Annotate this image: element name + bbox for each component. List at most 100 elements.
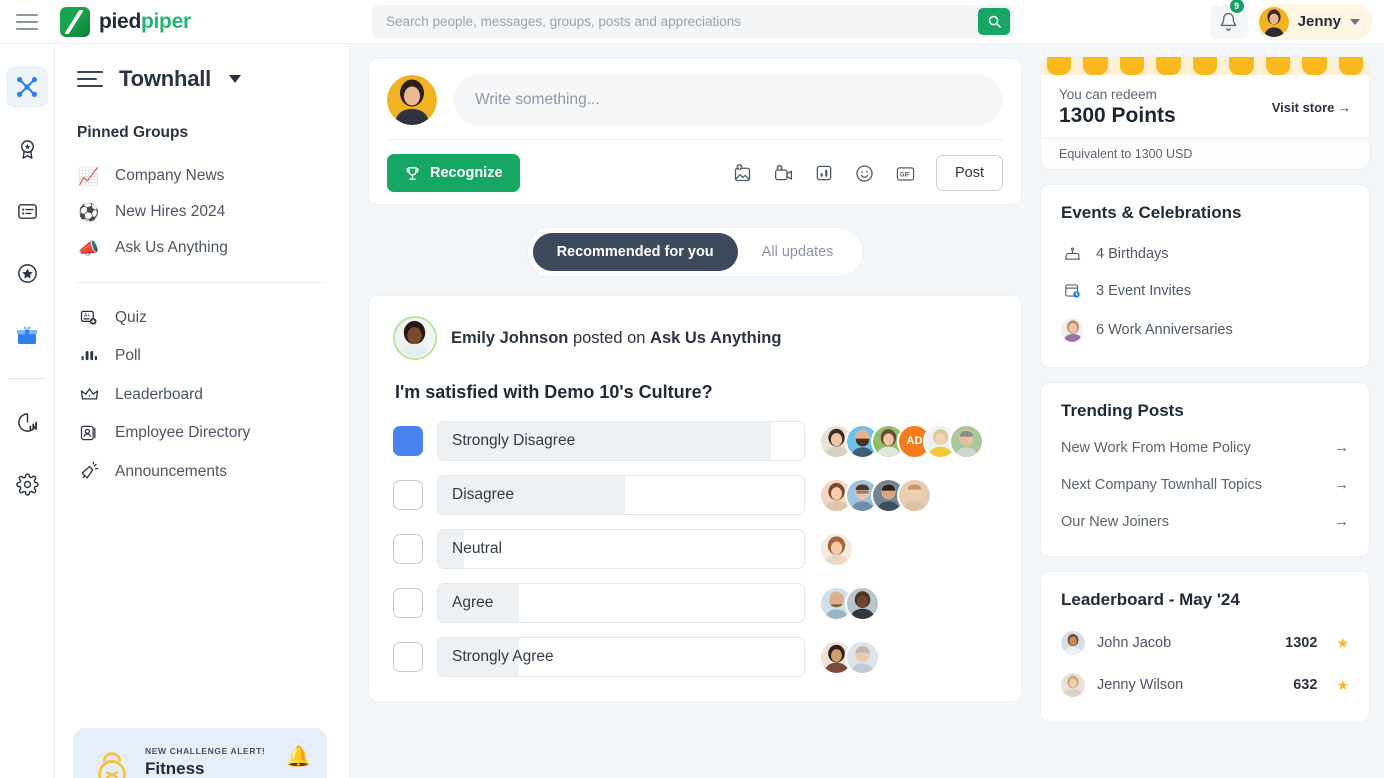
people-card-icon (77, 423, 101, 443)
sidebar-item-label: New Hires 2024 (115, 203, 226, 220)
post-group[interactable]: Ask Us Anything (650, 329, 781, 347)
add-image-icon[interactable] (732, 163, 753, 184)
composer-top-row: Write something... (387, 75, 1003, 125)
leaderboard-name: John Jacob (1097, 635, 1172, 651)
soccer-ball-emoji-icon: ⚽ (78, 202, 100, 222)
leaderboard-title: Leaderboard - May '24 (1061, 590, 1240, 609)
visit-store-link[interactable]: Visit store → (1272, 100, 1351, 115)
poll-bar[interactable]: Agree (437, 583, 805, 623)
sidebar-item-label: Company News (115, 167, 225, 184)
poll-voter-avatars[interactable] (819, 639, 880, 675)
post-author[interactable]: Emily Johnson (451, 329, 568, 347)
poll-voter-avatars[interactable]: AD (819, 423, 984, 459)
trending-row[interactable]: Our New Joiners → (1061, 503, 1349, 540)
brand-logo[interactable]: piedpiper (60, 6, 191, 37)
sidebar-item-ask-us-anything[interactable]: 📣 Ask Us Anything (73, 230, 331, 266)
avatar (819, 531, 854, 567)
sidebar-menu-list: A+ Quiz Poll Leaderboard Employee Direct… (55, 299, 349, 491)
townhall-menu-icon[interactable] (77, 70, 103, 88)
rail-item-feed-list[interactable] (6, 190, 48, 232)
poll-option-disagree: Disagree (393, 475, 997, 515)
poll-checkbox[interactable] (393, 642, 423, 672)
poll-bar-icon[interactable] (814, 163, 834, 183)
tab-all-updates[interactable]: All updates (738, 233, 858, 271)
trending-row[interactable]: New Work From Home Policy → (1061, 429, 1349, 466)
top-right-controls: 9 Jenny (1209, 0, 1384, 40)
townhall-dropdown-icon[interactable] (229, 75, 242, 83)
townhall-header: Townhall (55, 66, 349, 92)
emoji-smiley-icon[interactable] (854, 163, 875, 184)
megaphone-emoji-icon: 📣 (78, 238, 100, 258)
rail-item-settings[interactable] (6, 463, 48, 505)
post-composer: Write something... Recognize GIF Post (368, 58, 1022, 205)
chevron-down-icon[interactable] (1350, 18, 1360, 25)
sidebar-item-poll[interactable]: Poll (73, 337, 331, 375)
gif-icon[interactable]: GIF (895, 164, 916, 183)
user-menu[interactable]: Jenny (1255, 3, 1372, 40)
poll-checkbox[interactable] (393, 426, 423, 456)
tab-recommended-for-you[interactable]: Recommended for you (532, 233, 738, 271)
rail-item-favorites[interactable] (6, 252, 48, 294)
leaderboard-row[interactable]: John Jacob 1302 ★ (1061, 622, 1349, 664)
event-row-anniversaries[interactable]: 6 Work Anniversaries (1061, 309, 1349, 351)
sidebar-item-employee-directory[interactable]: Employee Directory (73, 414, 331, 452)
poll-checkbox[interactable] (393, 534, 423, 564)
poll-voter-avatars[interactable] (819, 585, 880, 621)
birthday-cake-icon (1061, 244, 1083, 263)
points-body: You can redeem 1300 Points Visit store → (1041, 75, 1369, 138)
leaderboard-name: Jenny Wilson (1097, 677, 1184, 693)
top-bar: piedpiper 9 (0, 0, 1384, 44)
points-amount: 1300 Points (1059, 104, 1176, 127)
trending-title: Trending Posts (1061, 401, 1184, 420)
star-circle-icon (17, 263, 37, 283)
event-row-label: 6 Work Anniversaries (1096, 322, 1233, 338)
poll-bar[interactable]: Neutral (437, 529, 805, 569)
event-row-invites[interactable]: 3 Event Invites (1061, 272, 1349, 309)
points-equivalent: Equivalent to 1300 USD (1041, 138, 1369, 169)
rail-item-network[interactable] (6, 66, 48, 108)
trending-row[interactable]: Next Company Townhall Topics → (1061, 466, 1349, 503)
star-icon: ★ (1336, 634, 1349, 651)
rail-item-analytics[interactable] (6, 401, 48, 443)
event-row-birthdays[interactable]: 4 Birthdays (1061, 235, 1349, 272)
sidebar-item-announcements[interactable]: Announcements (73, 452, 331, 491)
trending-label: Our New Joiners (1061, 513, 1169, 530)
avatar (1061, 673, 1085, 697)
rail-item-recognition[interactable] (6, 128, 48, 170)
sidebar-item-quiz[interactable]: A+ Quiz (73, 299, 331, 337)
avatar (1061, 631, 1085, 655)
leaderboard-row[interactable]: Jenny Wilson 632 ★ (1061, 664, 1349, 706)
feed-tabs: Recommended for you All updates (368, 227, 1022, 277)
poll-option-label: Strongly Agree (452, 648, 554, 665)
user-name: Jenny (1297, 13, 1341, 30)
search-button[interactable] (978, 8, 1010, 35)
brand-text-second: piper (140, 9, 191, 33)
recognize-button[interactable]: Recognize (387, 154, 520, 192)
composer-input[interactable]: Write something... (453, 75, 1003, 125)
post-action: posted on (572, 328, 646, 347)
hamburger-icon[interactable] (16, 13, 38, 30)
poll-bar[interactable]: Strongly Disagree (437, 421, 805, 461)
add-video-icon[interactable] (773, 163, 794, 184)
poll-bar[interactable]: Strongly Agree (437, 637, 805, 677)
rail-item-rewards[interactable] (6, 314, 48, 356)
challenge-title: Fitness (145, 759, 205, 778)
sidebar-item-label: Announcements (115, 462, 228, 480)
search-input[interactable] (372, 5, 978, 38)
poll-option-label: Disagree (452, 486, 515, 503)
sidebar-item-company-news[interactable]: 📈 Company News (73, 158, 331, 194)
poll-bar[interactable]: Disagree (437, 475, 805, 515)
poll-voter-avatars[interactable] (819, 477, 932, 513)
poll-checkbox[interactable] (393, 480, 423, 510)
poll-checkbox[interactable] (393, 588, 423, 618)
sidebar-item-new-hires-2024[interactable]: ⚽ New Hires 2024 (73, 194, 331, 230)
search-bar[interactable] (372, 5, 1014, 38)
notifications-button[interactable]: 9 (1209, 0, 1248, 39)
kettlebell-icon (89, 746, 135, 778)
poll-voter-avatars[interactable] (819, 531, 854, 567)
post-button[interactable]: Post (935, 155, 1003, 191)
avatar[interactable] (393, 316, 437, 360)
sidebar-item-leaderboard[interactable]: Leaderboard (73, 375, 331, 414)
challenge-card[interactable]: NEW CHALLENGE ALERT! Fitness 🔔 (73, 728, 327, 778)
pinned-groups-title: Pinned Groups (77, 124, 189, 141)
